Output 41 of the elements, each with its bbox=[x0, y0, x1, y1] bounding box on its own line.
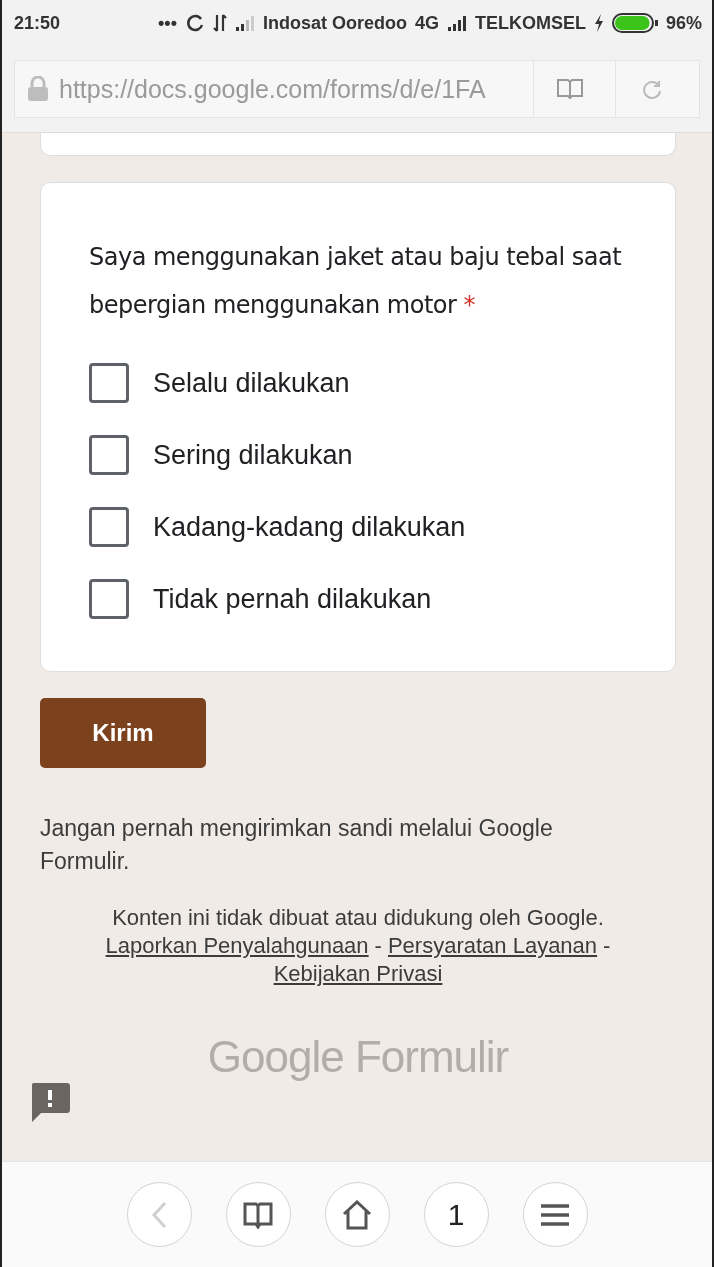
url-text: https://docs.google.com/forms/d/e/1FA bbox=[59, 74, 487, 104]
signal-icon bbox=[234, 15, 255, 31]
clock-text: 21:50 bbox=[14, 12, 61, 34]
sync-icon bbox=[184, 13, 205, 33]
option-label: Kadang-kadang dilakukan bbox=[153, 511, 466, 543]
reload-icon bbox=[640, 78, 663, 100]
feedback-icon bbox=[29, 1081, 71, 1123]
footer-link[interactable]: Laporkan Penyalahgunaan bbox=[105, 932, 369, 960]
home-icon bbox=[341, 1199, 373, 1230]
logo-product-text: Formulir bbox=[354, 1032, 509, 1081]
question-title: Saya menggunakan jaket atau baju tebal saat bepergian menggunakan motor * bbox=[89, 242, 623, 321]
checkbox[interactable] bbox=[89, 435, 129, 475]
book-icon bbox=[555, 78, 584, 100]
checkbox[interactable] bbox=[89, 363, 129, 403]
password-warning: Jangan pernah mengirimkan sandi melalui Google Formulir. bbox=[40, 814, 554, 876]
tabs-button[interactable]: 1 bbox=[423, 1182, 489, 1247]
lock-icon bbox=[27, 76, 49, 102]
battery-percent-text: 96% bbox=[665, 12, 702, 34]
data-arrows-icon bbox=[212, 13, 227, 33]
notification-dots: ••• bbox=[158, 12, 177, 34]
logo-text: Google bbox=[207, 1032, 344, 1081]
submit-button[interactable]: Kirim bbox=[40, 698, 206, 768]
book-icon bbox=[243, 1200, 273, 1229]
back-icon bbox=[150, 1199, 168, 1230]
disclaimer-text: Konten ini tidak dibuat atau didukung oleh Google. bbox=[112, 904, 604, 932]
carrier-text: TELKOMSEL bbox=[474, 12, 586, 34]
link-separator: - bbox=[374, 932, 382, 960]
menu-icon bbox=[541, 1203, 569, 1226]
option-label: Sering dilakukan bbox=[153, 439, 353, 471]
battery-icon bbox=[611, 12, 658, 34]
carrier-text: Indosat Ooredoo bbox=[262, 12, 407, 34]
footer-link[interactable]: Persyaratan Layanan bbox=[387, 932, 598, 960]
signal-icon bbox=[446, 15, 467, 31]
link-separator: - bbox=[603, 932, 611, 960]
option-label: Selalu dilakukan bbox=[153, 367, 350, 399]
footer-link[interactable]: Kebijakan Privasi bbox=[273, 960, 443, 988]
charging-icon bbox=[593, 14, 604, 32]
option-label: Tidak pernah dilakukan bbox=[153, 583, 432, 615]
checkbox[interactable] bbox=[89, 579, 129, 619]
checkbox[interactable] bbox=[89, 507, 129, 547]
network-type-text: 4G bbox=[414, 12, 439, 34]
